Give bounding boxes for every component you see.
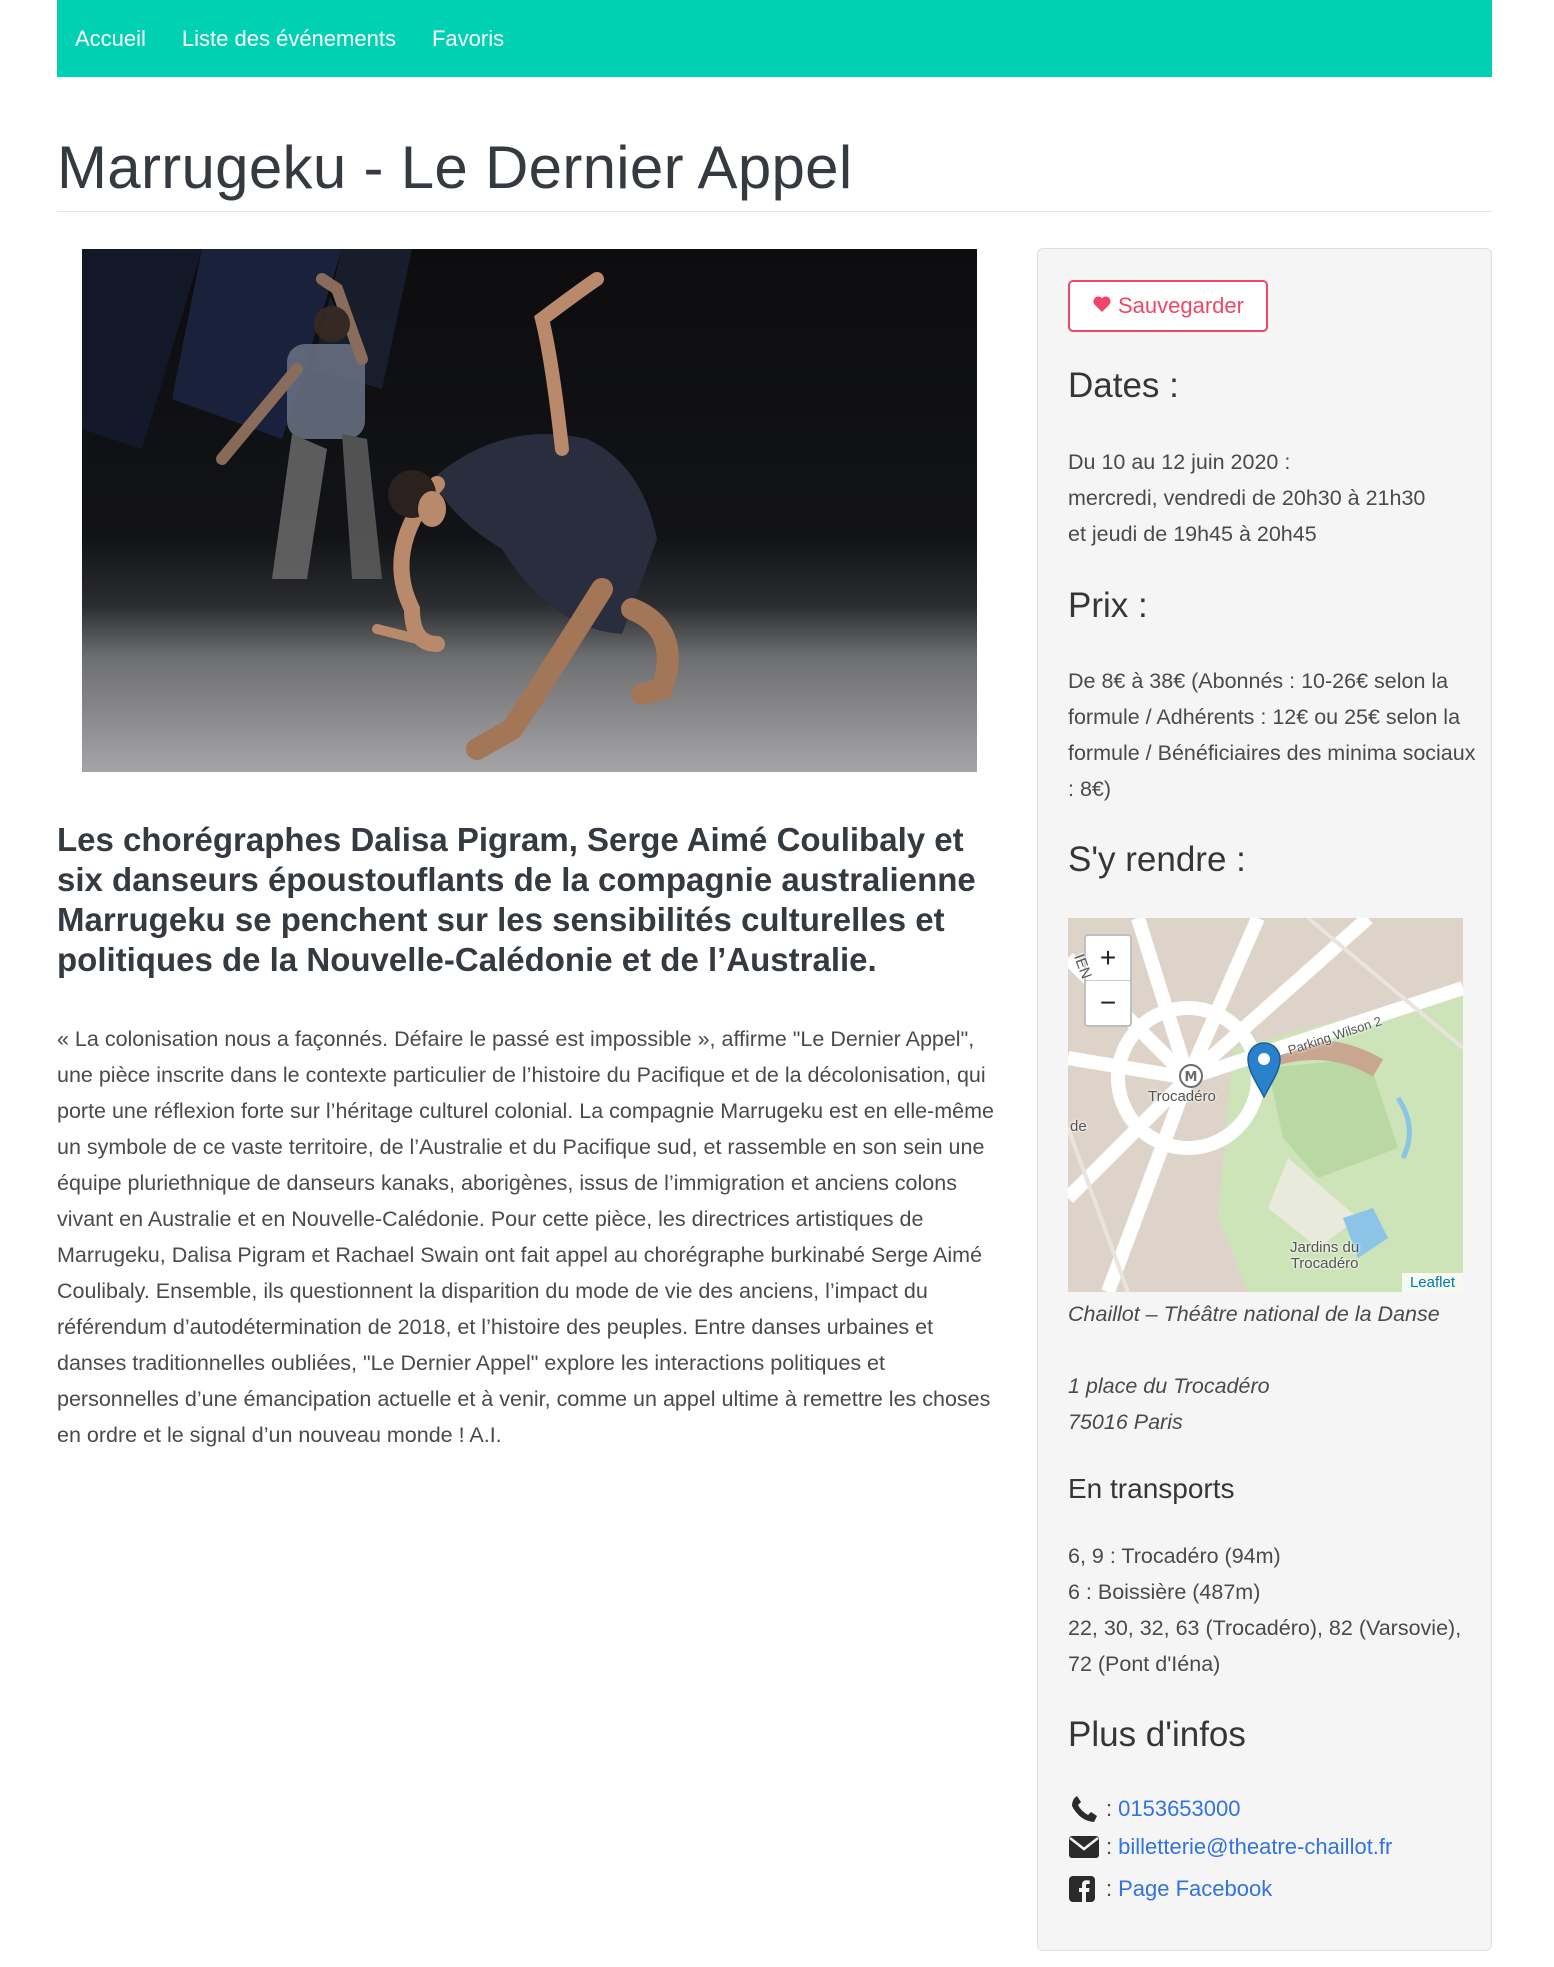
nav-liste-evenements[interactable]: Liste des événements xyxy=(182,26,396,52)
info-heading: Plus d'infos xyxy=(1068,1715,1246,1754)
phone-separator: : xyxy=(1106,1796,1113,1821)
location-map[interactable]: + − IEN de Parking Wilson 2 M Trocadéro … xyxy=(1068,918,1463,1292)
email-link[interactable]: billetterie@theatre-chaillot.fr xyxy=(1118,1834,1392,1860)
nav-accueil[interactable]: Accueil xyxy=(75,26,146,52)
dates-line-3: et jeudi de 19h45 à 20h45 xyxy=(1068,522,1317,546)
venue-city: 75016 Paris xyxy=(1068,1410,1183,1434)
access-heading: S'y rendre : xyxy=(1068,840,1246,879)
facebook-separator: : xyxy=(1106,1876,1113,1901)
transport-heading: En transports xyxy=(1068,1473,1235,1504)
zoom-out-button[interactable]: − xyxy=(1086,980,1130,1025)
price-heading: Prix : xyxy=(1068,586,1148,625)
transport-line-1: 6, 9 : Trocadéro (94m) xyxy=(1068,1544,1281,1568)
dates-line-2: mercredi, vendredi de 20h30 à 21h30 xyxy=(1068,486,1426,510)
facebook-row: : Page Facebook xyxy=(1068,1875,1272,1903)
dates-heading: Dates : xyxy=(1068,366,1179,405)
email-row: : billetterie@theatre-chaillot.fr xyxy=(1068,1834,1392,1860)
transport-line-3: 22, 30, 32, 63 (Trocadéro), 82 (Varsovie… xyxy=(1068,1616,1462,1676)
venue-name: Chaillot – Théâtre national de la Danse xyxy=(1068,1302,1440,1326)
map-zoom-control: + − xyxy=(1084,934,1132,1027)
svg-text:M: M xyxy=(1185,1070,1198,1085)
page-title: Marrugeku - Le Dernier Appel xyxy=(57,134,853,201)
map-attribution-link[interactable]: Leaflet xyxy=(1401,1273,1463,1292)
dates-line-1: Du 10 au 12 juin 2020 : xyxy=(1068,450,1291,474)
event-description: « La colonisation nous a façonnés. Défai… xyxy=(57,1027,994,1447)
facebook-link[interactable]: Page Facebook xyxy=(1118,1876,1272,1902)
phone-link[interactable]: 0153653000 xyxy=(1118,1796,1240,1822)
map-label-garden-line-2: Trocadéro xyxy=(1290,1255,1359,1272)
facebook-icon xyxy=(1068,1875,1106,1903)
heart-icon xyxy=(1092,293,1112,319)
map-marker-icon[interactable] xyxy=(1247,1042,1281,1103)
map-label-left: de xyxy=(1070,1118,1087,1135)
price-text: De 8€ à 38€ (Abonnés : 10-26€ selon la f… xyxy=(1068,669,1476,801)
save-button[interactable]: Sauvegarder xyxy=(1068,280,1268,332)
venue-address: 1 place du Trocadéro xyxy=(1068,1374,1270,1398)
event-image xyxy=(82,249,977,772)
envelope-icon xyxy=(1068,1835,1106,1859)
title-divider xyxy=(57,211,1492,212)
nav-favoris[interactable]: Favoris xyxy=(432,26,504,52)
map-label-station: Trocadéro xyxy=(1148,1088,1216,1105)
phone-icon xyxy=(1068,1793,1106,1825)
event-info-panel: Sauvegarder Dates : Du 10 au 12 juin 202… xyxy=(1037,248,1492,1951)
transport-line-2: 6 : Boissière (487m) xyxy=(1068,1580,1261,1604)
top-navbar: Accueil Liste des événements Favoris xyxy=(57,0,1492,77)
save-button-label: Sauvegarder xyxy=(1118,293,1244,318)
phone-row: : 0153653000 xyxy=(1068,1793,1240,1825)
map-label-garden: Jardins du Trocadéro xyxy=(1290,1240,1359,1272)
email-separator: : xyxy=(1106,1834,1113,1859)
map-label-garden-line-1: Jardins du xyxy=(1290,1239,1360,1256)
event-lead: Les chorégraphes Dalisa Pigram, Serge Ai… xyxy=(57,821,976,978)
